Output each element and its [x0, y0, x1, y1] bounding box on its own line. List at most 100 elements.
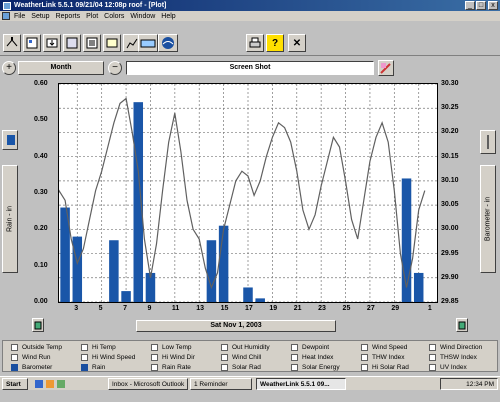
right-tick-label: 29.95 [441, 249, 459, 257]
start-button[interactable]: Start [2, 378, 28, 390]
legend-item[interactable]: Wind Speed [361, 343, 407, 352]
weather-station-icon[interactable] [138, 34, 158, 52]
legend-item[interactable]: Heat Index [291, 353, 333, 362]
period-selector[interactable]: Month [18, 61, 104, 75]
x-tick-label: 7 [123, 305, 127, 312]
legend-label: Wind Direction [440, 344, 483, 351]
legend-checkbox[interactable] [151, 364, 158, 371]
legend-checkbox[interactable] [291, 364, 298, 371]
legend-checkbox[interactable] [429, 354, 436, 361]
menu-help[interactable]: Help [161, 13, 175, 20]
legend-item[interactable]: Dewpoint [291, 343, 329, 352]
task-reminder[interactable]: 1 Reminder [190, 378, 252, 390]
legend-checkbox[interactable] [81, 344, 88, 351]
legend-label: Hi Solar Rad [372, 364, 409, 371]
ie-icon[interactable] [35, 380, 43, 388]
download-icon[interactable] [43, 34, 61, 52]
left-tick-label: 0.30 [34, 189, 48, 196]
legend-item[interactable]: Out Humidity [221, 343, 270, 352]
menu-colors[interactable]: Colors [104, 13, 124, 20]
legend-checkbox[interactable] [221, 354, 228, 361]
maximize-button[interactable]: □ [476, 1, 486, 10]
minimize-button[interactable]: _ [465, 1, 475, 10]
legend-item[interactable]: Hi Temp [81, 343, 116, 352]
task-inbox[interactable]: Inbox - Microsoft Outlook [108, 378, 188, 390]
legend-checkbox[interactable] [361, 364, 368, 371]
left-series-color[interactable] [2, 130, 18, 150]
x-tick-label: 27 [366, 305, 375, 312]
legend-checkbox[interactable] [291, 354, 298, 361]
noaa-icon[interactable] [158, 34, 178, 52]
legend-item[interactable]: THW Index [361, 353, 405, 362]
legend-item[interactable]: Barometer [11, 363, 52, 372]
system-menu-icon[interactable] [2, 12, 10, 20]
menu-reports[interactable]: Reports [56, 13, 81, 20]
legend-item[interactable]: Hi Wind Dir [151, 353, 195, 362]
right-axis-box: Barometer - in [480, 165, 496, 273]
browse-icon[interactable] [103, 34, 121, 52]
legend-checkbox[interactable] [361, 344, 368, 351]
legend-checkbox[interactable] [11, 364, 18, 371]
left-tick-label: 0.60 [34, 80, 48, 87]
menu-plot[interactable]: Plot [86, 13, 98, 20]
legend-checkbox[interactable] [11, 344, 18, 351]
legend-checkbox[interactable] [429, 344, 436, 351]
edit-plot-icon[interactable] [378, 60, 394, 76]
legend-item[interactable]: Low Temp [151, 343, 192, 352]
x-tick-label: 11 [171, 305, 180, 312]
right-tick-label: 30.00 [441, 225, 459, 233]
task-weatherlink[interactable]: WeatherLink 5.5.1 09... [256, 378, 346, 390]
legend-checkbox[interactable] [151, 354, 158, 361]
zoom-out-button[interactable]: − [108, 61, 122, 75]
legend-item[interactable]: Hi Wind Speed [81, 353, 135, 362]
legend-item[interactable]: Wind Direction [429, 343, 482, 352]
legend-checkbox[interactable] [221, 344, 228, 351]
menu-window[interactable]: Window [130, 13, 155, 20]
legend-item[interactable]: Wind Chill [221, 353, 261, 362]
right-tick-label: 30.20 [441, 128, 459, 136]
legend-item[interactable]: Rain Rate [151, 363, 191, 372]
right-tick-label: 30.30 [441, 80, 459, 87]
legend-item[interactable]: Solar Rad [221, 363, 261, 372]
x-tick-label: 13 [196, 305, 205, 312]
print-icon[interactable] [246, 34, 264, 52]
legend-checkbox[interactable] [291, 344, 298, 351]
bulletin-icon[interactable] [63, 34, 81, 52]
legend-item[interactable]: Wind Run [11, 353, 51, 362]
legend-label: Hi Wind Dir [162, 354, 195, 361]
scroll-right-button[interactable] [456, 318, 468, 332]
plot-area[interactable] [58, 83, 438, 303]
right-series-color[interactable] [480, 130, 496, 154]
rain-bar [121, 291, 131, 302]
summary-icon[interactable] [83, 34, 101, 52]
app-icon [3, 1, 11, 10]
menu-file[interactable]: File [14, 13, 25, 20]
legend-item[interactable]: Outside Temp [11, 343, 62, 352]
desktop-icon[interactable] [57, 380, 65, 388]
legend-item[interactable]: Hi Solar Rad [361, 363, 409, 372]
close-plot-icon[interactable]: ✕ [288, 34, 306, 52]
legend-checkbox[interactable] [81, 354, 88, 361]
legend-checkbox[interactable] [11, 354, 18, 361]
legend-checkbox[interactable] [151, 344, 158, 351]
help-icon[interactable]: ? [266, 34, 284, 52]
taskbar: Start Inbox - Microsoft Outlook 1 Remind… [0, 376, 500, 390]
legend-checkbox[interactable] [221, 364, 228, 371]
legend-checkbox[interactable] [81, 364, 88, 371]
menu-setup[interactable]: Setup [31, 13, 49, 20]
right-tick-label: 30.05 [441, 201, 459, 209]
legend-item[interactable]: UV Index [429, 363, 467, 372]
legend-item[interactable]: Rain [81, 363, 105, 372]
legend-checkbox[interactable] [361, 354, 368, 361]
setup-icon[interactable] [23, 34, 41, 52]
legend-item[interactable]: THSW Index [429, 353, 477, 362]
legend-item[interactable]: Solar Energy [291, 363, 340, 372]
select-station-icon[interactable] [3, 34, 21, 52]
view-mode-field[interactable]: Screen Shot [126, 61, 374, 75]
close-button[interactable]: x [488, 1, 498, 10]
legend-checkbox[interactable] [429, 364, 436, 371]
scroll-left-button[interactable] [32, 318, 44, 332]
outlook-icon[interactable] [46, 380, 54, 388]
left-axis-box: Rain - in [2, 165, 18, 273]
zoom-in-button[interactable]: + [2, 61, 16, 75]
